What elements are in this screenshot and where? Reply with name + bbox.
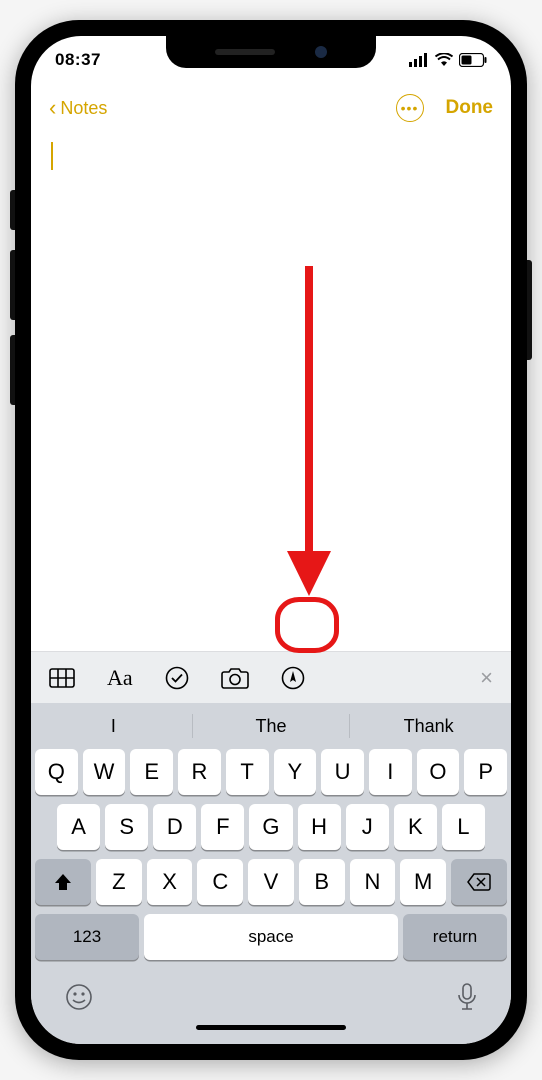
key-j[interactable]: J xyxy=(346,804,389,850)
text-cursor xyxy=(51,142,53,170)
note-body[interactable] xyxy=(31,132,511,651)
key-i[interactable]: I xyxy=(369,749,412,795)
text-style-button[interactable]: Aa xyxy=(107,665,133,691)
key-g[interactable]: G xyxy=(249,804,292,850)
key-v[interactable]: V xyxy=(248,859,294,905)
silence-switch xyxy=(10,190,15,230)
more-button[interactable]: ••• xyxy=(396,94,424,122)
key-d[interactable]: D xyxy=(153,804,196,850)
format-toolbar: Aa × xyxy=(31,651,511,703)
key-f[interactable]: F xyxy=(201,804,244,850)
key-h[interactable]: H xyxy=(298,804,341,850)
key-b[interactable]: B xyxy=(299,859,345,905)
key-p[interactable]: P xyxy=(464,749,507,795)
emoji-button[interactable] xyxy=(65,983,93,1011)
suggestion-1[interactable]: I xyxy=(35,716,192,737)
key-shift[interactable] xyxy=(35,859,91,905)
cellular-icon xyxy=(409,53,429,67)
key-u[interactable]: U xyxy=(321,749,364,795)
earpiece xyxy=(215,49,275,55)
key-row-1: Q W E R T Y U I O P xyxy=(35,749,507,795)
key-s[interactable]: S xyxy=(105,804,148,850)
key-e[interactable]: E xyxy=(130,749,173,795)
key-n[interactable]: N xyxy=(350,859,396,905)
suggestion-bar: I The Thank xyxy=(35,703,507,749)
key-l[interactable]: L xyxy=(442,804,485,850)
key-a[interactable]: A xyxy=(57,804,100,850)
clock: 08:37 xyxy=(55,50,101,70)
front-camera xyxy=(315,46,327,58)
key-q[interactable]: Q xyxy=(35,749,78,795)
home-indicator[interactable] xyxy=(196,1025,346,1030)
camera-button[interactable] xyxy=(221,667,249,689)
key-k[interactable]: K xyxy=(394,804,437,850)
chevron-left-icon: ‹ xyxy=(49,95,56,121)
key-x[interactable]: X xyxy=(147,859,193,905)
microphone-icon xyxy=(457,983,477,1011)
screen: 08:37 ‹ Notes ••• Done xyxy=(31,36,511,1044)
checklist-button[interactable] xyxy=(165,666,189,690)
shift-icon xyxy=(53,872,73,892)
status-icons xyxy=(409,53,487,67)
checkmark-circle-icon xyxy=(165,666,189,690)
close-toolbar-button[interactable]: × xyxy=(480,665,493,691)
keyboard: I The Thank Q W E R T Y U I O P A S xyxy=(31,703,511,1044)
back-button[interactable]: ‹ Notes xyxy=(49,95,107,121)
key-space[interactable]: space xyxy=(144,914,398,960)
power-button xyxy=(527,260,532,360)
table-button[interactable] xyxy=(49,668,75,688)
key-backspace[interactable] xyxy=(451,859,507,905)
backspace-icon xyxy=(467,873,491,891)
key-row-3: Z X C V B N M xyxy=(35,859,507,905)
key-y[interactable]: Y xyxy=(274,749,317,795)
key-o[interactable]: O xyxy=(417,749,460,795)
markup-button[interactable] xyxy=(281,666,305,690)
nav-bar: ‹ Notes ••• Done xyxy=(31,84,511,132)
volume-up-button xyxy=(10,250,15,320)
key-row-2: A S D F G H J K L xyxy=(35,804,507,850)
key-numbers[interactable]: 123 xyxy=(35,914,139,960)
emoji-icon xyxy=(65,983,93,1011)
camera-icon xyxy=(221,667,249,689)
done-button[interactable]: Done xyxy=(446,97,494,119)
key-r[interactable]: R xyxy=(178,749,221,795)
key-w[interactable]: W xyxy=(83,749,126,795)
wifi-icon xyxy=(435,53,453,67)
table-icon xyxy=(49,668,75,688)
key-return[interactable]: return xyxy=(403,914,507,960)
suggestion-3[interactable]: Thank xyxy=(350,716,507,737)
volume-down-button xyxy=(10,335,15,405)
key-c[interactable]: C xyxy=(197,859,243,905)
key-t[interactable]: T xyxy=(226,749,269,795)
pen-circle-icon xyxy=(281,666,305,690)
key-z[interactable]: Z xyxy=(96,859,142,905)
back-label: Notes xyxy=(60,98,107,119)
key-row-4: 123 space return xyxy=(35,914,507,960)
notch xyxy=(166,36,376,68)
dictation-button[interactable] xyxy=(457,983,477,1011)
key-m[interactable]: M xyxy=(400,859,446,905)
suggestion-2[interactable]: The xyxy=(193,716,350,737)
battery-icon xyxy=(459,53,487,67)
keyboard-bottom-row xyxy=(35,969,507,1021)
phone-frame: 08:37 ‹ Notes ••• Done xyxy=(15,20,527,1060)
